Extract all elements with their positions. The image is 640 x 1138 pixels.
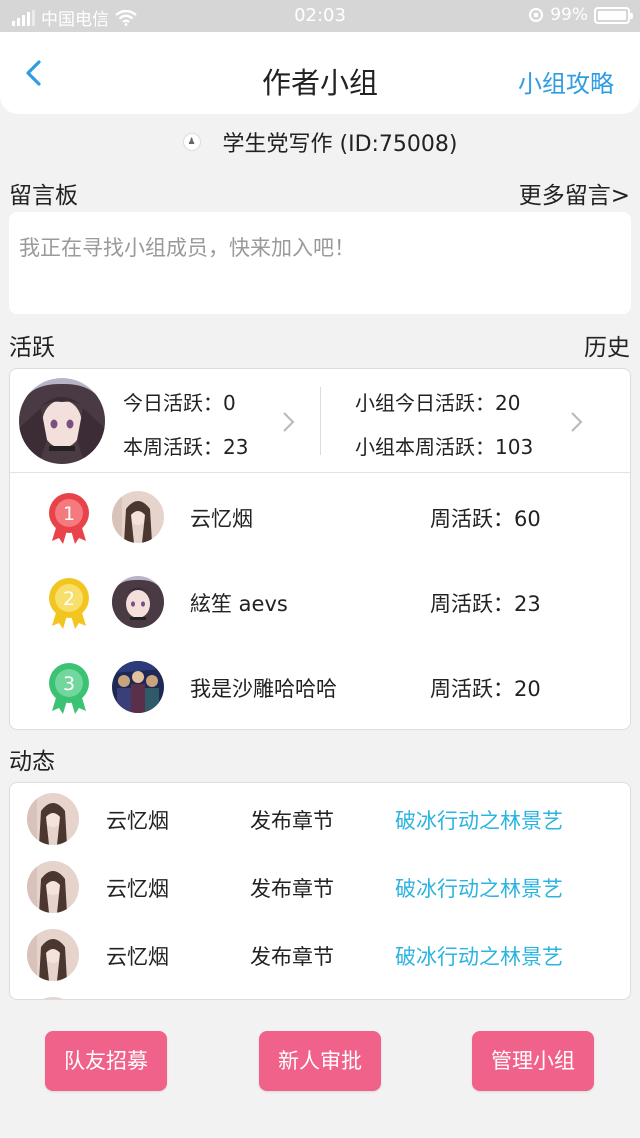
feed-item[interactable]: 云忆烟 发布章节 破冰行动之林景艺 [10, 919, 630, 987]
status-right: 99% [528, 5, 633, 25]
member-avatar[interactable] [27, 997, 79, 999]
message-board[interactable]: 我正在寻找小组成员，快来加入吧！ [9, 212, 631, 314]
my-avatar[interactable] [19, 378, 105, 464]
battery-icon [594, 6, 633, 24]
rank-medal-icon: 1 [49, 493, 89, 544]
member-avatar[interactable] [112, 661, 164, 713]
group-week-activity: 小组本周活跃：103 [355, 435, 534, 459]
feed-item[interactable]: 云忆烟 发布章节 破冰行动之林景艺 [10, 851, 630, 919]
feed-card: 云忆烟 发布章节 破冰行动之林景艺 云忆烟 发布章节 破冰行动之林景艺 云忆烟 [9, 782, 631, 1000]
feed-work-link[interactable]: 破冰行动之林景艺 [395, 941, 563, 971]
ranking-row[interactable]: 1 云忆烟 周活跃：60 [10, 475, 630, 559]
feed-action: 发布章节 [250, 945, 334, 969]
group-name-id: ♟ 学生党写作 (ID:75008) [0, 126, 640, 158]
ranking-row[interactable]: 2 絃笙 aevs 周活跃：23 [10, 560, 630, 644]
member-name: 云忆烟 [190, 507, 253, 531]
group-name-label: 学生党写作 (ID:75008) [222, 132, 458, 157]
new-member-review-button[interactable]: 新人审批 [259, 1031, 381, 1091]
week-activity: 本周活跃：23 [123, 435, 249, 459]
member-avatar[interactable] [112, 576, 164, 628]
back-arrow-icon[interactable] [22, 60, 48, 86]
more-messages-link[interactable]: 更多留言> [519, 176, 630, 210]
message-board-title: 留言板 [9, 183, 78, 209]
rank-number: 3 [63, 673, 75, 695]
member-avatar[interactable] [112, 491, 164, 543]
feed-title: 动态 [9, 749, 55, 775]
nav-bar: 作者小组 小组攻略 [0, 32, 640, 114]
manage-group-button[interactable]: 管理小组 [472, 1031, 594, 1091]
rank-number: 2 [63, 588, 75, 610]
feed-item-partial[interactable] [10, 987, 630, 999]
status-bar: 中国电信 02:03 99% [0, 0, 640, 32]
activity-card: 今日活跃：0 本周活跃：23 小组今日活跃：20 小组本周活跃：103 1 云忆… [9, 368, 631, 730]
recruit-teammates-button[interactable]: 队友招募 [45, 1031, 167, 1091]
member-avatar[interactable] [27, 861, 79, 913]
group-guide-link[interactable]: 小组攻略 [518, 64, 614, 99]
feed-member-name: 云忆烟 [106, 877, 169, 901]
activity-title: 活跃 [9, 335, 55, 361]
chevron-right-icon[interactable] [278, 409, 298, 435]
member-avatar[interactable] [27, 793, 79, 845]
orientation-lock-icon [529, 8, 544, 22]
ranking-row[interactable]: 3 我是沙雕哈哈哈 周活跃：20 [10, 645, 630, 729]
rank-medal-icon: 3 [49, 663, 89, 714]
feed-action: 发布章节 [250, 809, 334, 833]
feed-item[interactable]: 云忆烟 发布章节 破冰行动之林景艺 [10, 783, 630, 851]
feed-action: 发布章节 [250, 877, 334, 901]
my-activity-summary: 今日活跃：0 本周活跃：23 小组今日活跃：20 小组本周活跃：103 [10, 369, 630, 473]
battery-percent: 99% [550, 5, 588, 25]
group-icon: ♟ [182, 133, 201, 151]
member-week-activity: 周活跃：20 [430, 677, 541, 701]
chevron-right-icon[interactable] [566, 409, 586, 435]
rank-medal-icon: 2 [49, 578, 89, 629]
stats-divider [320, 387, 321, 455]
member-name: 我是沙雕哈哈哈 [190, 677, 337, 701]
rank-number: 1 [63, 503, 75, 525]
feed-work-link[interactable]: 破冰行动之林景艺 [395, 805, 563, 835]
member-name: 絃笙 aevs [190, 592, 288, 616]
message-board-text: 我正在寻找小组成员，快来加入吧！ [19, 236, 355, 260]
member-week-activity: 周活跃：23 [430, 592, 541, 616]
feed-member-name: 云忆烟 [106, 945, 169, 969]
group-today-activity: 小组今日活跃：20 [355, 391, 521, 415]
history-link[interactable]: 历史 [584, 328, 630, 362]
member-week-activity: 周活跃：60 [430, 507, 541, 531]
feed-member-name: 云忆烟 [106, 809, 169, 833]
feed-work-link[interactable]: 破冰行动之林景艺 [395, 873, 563, 903]
today-activity: 今日活跃：0 [123, 391, 236, 415]
member-avatar[interactable] [27, 929, 79, 981]
